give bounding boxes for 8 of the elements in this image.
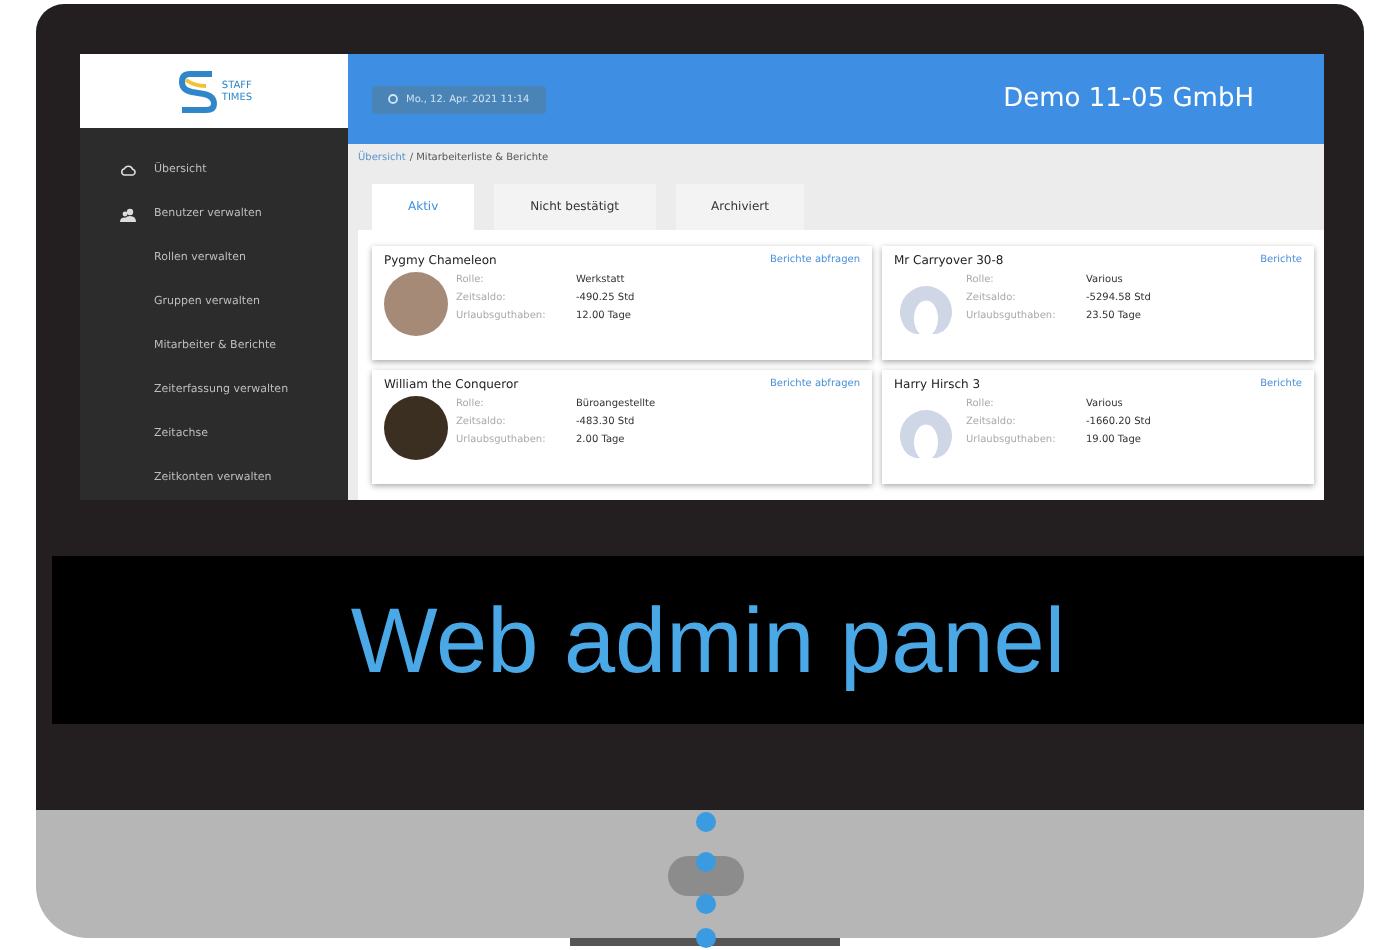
users-icon: [120, 207, 136, 221]
clock-icon: [388, 94, 398, 104]
photo-placeholder: [384, 396, 448, 460]
logo-icon: [175, 67, 220, 115]
photo-placeholder: [384, 272, 448, 336]
cloud-icon: [120, 164, 136, 176]
caption-text: Web admin panel: [350, 586, 1066, 694]
company-name: Demo 11-05 GmbH: [1003, 84, 1254, 114]
